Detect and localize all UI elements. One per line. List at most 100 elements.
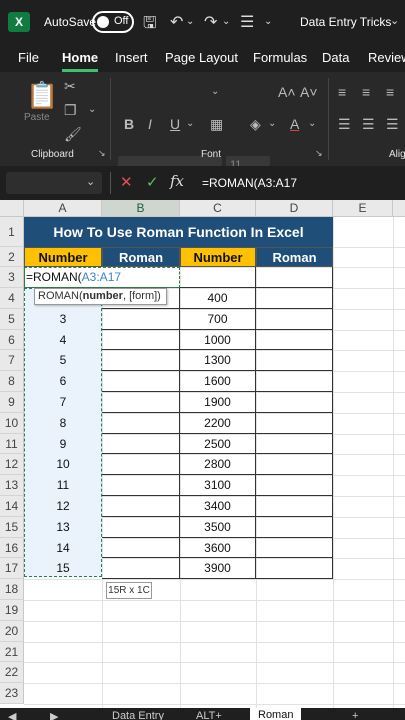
cell-c16[interactable]: 3600 [180,537,256,559]
worksheet-grid[interactable]: A B C D E 1 2 3 4 5 6 7 8 9 10 11 12 13 14 15 16 17 18 19 2… [0,200,405,708]
cell-c8[interactable]: 1600 [180,371,256,392]
active-edit-cell[interactable]: =ROMAN(A3:A17 [24,267,180,288]
cancel-icon[interactable]: ✕ [120,173,133,191]
align-bottom-icon[interactable]: ≡ [386,84,394,100]
redo-icon[interactable]: ↷ [204,12,217,32]
cell-d4[interactable] [256,288,333,309]
function-tooltip[interactable]: ROMAN(number, [form]) [34,288,167,305]
tab-insert[interactable]: Insert [115,50,148,65]
shrink-font-icon[interactable]: A˅ [300,84,318,100]
cell-a10[interactable]: 8 [24,413,102,434]
cell-b10[interactable] [102,412,180,434]
tab-formulas[interactable]: Formulas [253,50,307,65]
undo-dropdown-icon[interactable]: ⌄ [186,16,194,27]
row-header-5[interactable]: 5 [0,308,24,330]
cell-b5[interactable] [102,308,180,330]
cell-d3[interactable] [256,267,333,288]
cell-d8[interactable] [256,371,333,392]
cell-d16[interactable] [256,537,333,559]
row-header-3[interactable]: 3 [0,267,24,288]
tab-home[interactable]: Home [62,50,98,65]
fill-color-icon[interactable]: ◈ [250,116,261,133]
row-header-15[interactable]: 15 [0,516,24,538]
row-header-18[interactable]: 18 [0,579,24,600]
font-launcher-icon[interactable]: ↘ [315,148,323,159]
cell-d12[interactable] [256,454,333,476]
cell-c11[interactable]: 2500 [180,433,256,455]
column-header-d[interactable]: D [256,200,333,217]
nav-prev-icon[interactable]: ◀ [8,710,16,720]
cell-d6[interactable] [256,329,333,351]
cell-a6[interactable]: 4 [24,330,102,351]
column-header-e[interactable]: E [333,200,393,217]
cell-c6[interactable]: 1000 [180,329,256,351]
cell-a9[interactable]: 7 [24,392,102,413]
header-number-c[interactable]: Number [180,247,256,267]
row-header-9[interactable]: 9 [0,392,24,413]
cell-b6[interactable] [102,329,180,351]
cell-c14[interactable]: 3400 [180,496,256,517]
align-left-icon[interactable]: ☰ [338,116,351,133]
cut-icon[interactable]: ✂ [64,78,76,95]
cell-c12[interactable]: 2800 [180,454,256,476]
cell-b8[interactable] [102,371,180,392]
sheet-tab-data-entry[interactable]: Data Entry [112,710,164,720]
row-header-14[interactable]: 14 [0,496,24,517]
sheet-title-cell[interactable]: How To Use Roman Function In Excel [24,217,333,247]
cell-a5[interactable]: 3 [24,309,102,330]
tab-review[interactable]: Review [368,50,405,65]
bold-button[interactable]: B [124,116,134,132]
cell-a14[interactable]: 12 [24,496,102,517]
chevron-down-icon[interactable]: ⌄ [86,175,95,188]
cell-b11[interactable] [102,433,180,455]
sheet-tab-roman[interactable]: Roman [250,708,302,720]
cell-d13[interactable] [256,475,333,496]
cell-b12[interactable] [102,454,180,476]
row-header-2[interactable]: 2 [0,247,24,267]
italic-button[interactable]: I [148,116,152,132]
cell-c10[interactable]: 2200 [180,412,256,434]
cell-c9[interactable]: 1900 [180,392,256,413]
cell-d9[interactable] [256,392,333,413]
align-middle-icon[interactable]: ≡ [362,84,370,100]
row-header-22[interactable]: 22 [0,662,24,684]
row-header-1[interactable]: 1 [0,217,24,247]
cell-a7[interactable]: 5 [24,350,102,371]
row-header-21[interactable]: 21 [0,641,24,663]
align-right-icon[interactable]: ☰ [386,116,399,133]
save-icon[interactable]: 🖫 [143,12,157,39]
row-header-20[interactable]: 20 [0,620,24,642]
cell-a16[interactable]: 14 [24,538,102,559]
cell-a15[interactable]: 13 [24,517,102,538]
cell-d11[interactable] [256,433,333,455]
align-center-icon[interactable]: ☰ [362,116,375,133]
underline-dropdown-icon[interactable]: ⌄ [186,118,194,129]
header-roman-d[interactable]: Roman [256,247,333,267]
autosave-toggle[interactable]: Off [92,11,134,33]
cell-a12[interactable]: 10 [24,454,102,475]
undo-icon[interactable]: ↶ [170,12,183,32]
row-header-13[interactable]: 13 [0,475,24,496]
tab-file[interactable]: File [18,50,39,65]
column-header-c[interactable]: C [180,200,256,217]
clipboard-launcher-icon[interactable]: ↘ [98,148,106,159]
customize-toolbar-icon[interactable]: ⌄ [264,16,272,27]
cell-b17[interactable] [102,558,180,580]
row-header-12[interactable]: 12 [0,454,24,476]
cell-b15[interactable] [102,516,180,538]
redo-dropdown-icon[interactable]: ⌄ [222,16,230,27]
row-header-6[interactable]: 6 [0,329,24,351]
cell-b16[interactable] [102,537,180,559]
format-painter-icon[interactable]: 🖌 [64,126,82,143]
cell-c15[interactable]: 3500 [180,516,256,538]
font-color-icon[interactable]: A [290,116,299,132]
select-all-corner[interactable] [0,200,24,217]
cell-c7[interactable]: 1300 [180,350,256,372]
font-color-dropdown-icon[interactable]: ⌄ [308,118,316,129]
cell-a11[interactable]: 9 [24,434,102,455]
fill-dropdown-icon[interactable]: ⌄ [268,118,276,129]
cell-a8[interactable]: 6 [24,371,102,392]
borders-icon[interactable]: ▦ [210,116,223,133]
cell-c13[interactable]: 3100 [180,475,256,496]
cell-b9[interactable] [102,392,180,413]
